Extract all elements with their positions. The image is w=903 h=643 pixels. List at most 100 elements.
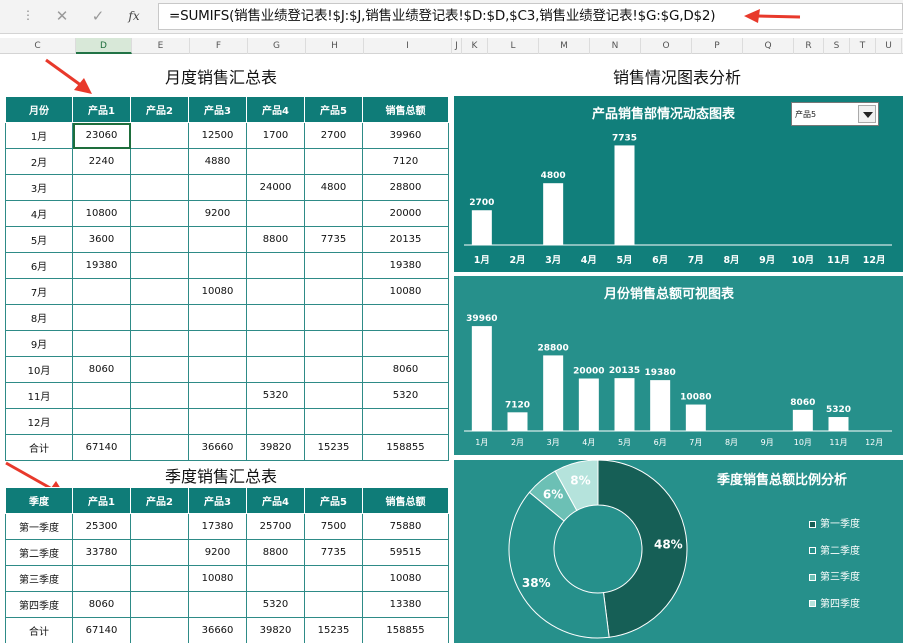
table-cell[interactable]: 第四季度 xyxy=(5,591,73,618)
table-cell[interactable] xyxy=(304,408,363,435)
table-cell[interactable]: 8060 xyxy=(72,356,131,383)
table-cell[interactable] xyxy=(304,278,363,305)
table-cell[interactable]: 5320 xyxy=(362,382,449,409)
column-header-k[interactable]: K xyxy=(462,38,488,54)
table-cell[interactable]: 9200 xyxy=(188,200,247,227)
table-cell[interactable] xyxy=(130,304,189,331)
table-header-cell[interactable]: 销售总额 xyxy=(362,96,449,123)
table-cell[interactable] xyxy=(130,591,189,618)
table-cell[interactable] xyxy=(304,382,363,409)
table-cell[interactable]: 8800 xyxy=(246,226,305,253)
table-cell[interactable]: 8800 xyxy=(246,539,305,566)
column-header-l[interactable]: L xyxy=(488,38,539,54)
table-cell[interactable]: 12500 xyxy=(188,122,247,149)
column-header-o[interactable]: O xyxy=(641,38,692,54)
table-cell[interactable]: 4880 xyxy=(188,148,247,175)
table-header-cell[interactable]: 产品1 xyxy=(72,487,131,514)
table-cell[interactable]: 7735 xyxy=(304,226,363,253)
table-cell[interactable] xyxy=(246,408,305,435)
table-cell[interactable]: 8060 xyxy=(72,591,131,618)
column-header-g[interactable]: G xyxy=(248,38,306,54)
table-cell[interactable]: 1700 xyxy=(246,122,305,149)
column-header-e[interactable]: E xyxy=(132,38,190,54)
table-cell[interactable] xyxy=(130,408,189,435)
table-cell[interactable] xyxy=(304,356,363,383)
table-cell[interactable] xyxy=(130,174,189,201)
column-header-d[interactable]: D xyxy=(76,38,132,54)
table-cell[interactable]: 7月 xyxy=(5,278,73,305)
table-cell[interactable]: 15235 xyxy=(304,617,363,643)
table-cell[interactable] xyxy=(130,513,189,540)
table-cell[interactable] xyxy=(304,330,363,357)
table-cell[interactable] xyxy=(72,408,131,435)
table-cell[interactable]: 67140 xyxy=(72,617,131,643)
table-cell[interactable]: 2月 xyxy=(5,148,73,175)
table-cell[interactable] xyxy=(304,591,363,618)
table-cell[interactable]: 4800 xyxy=(304,174,363,201)
table-cell[interactable]: 15235 xyxy=(304,434,363,461)
table-cell[interactable]: 28800 xyxy=(362,174,449,201)
table-cell[interactable] xyxy=(130,565,189,592)
table-cell[interactable] xyxy=(304,200,363,227)
table-cell[interactable]: 39820 xyxy=(246,617,305,643)
table-cell[interactable]: 33780 xyxy=(72,539,131,566)
table-cell[interactable]: 5月 xyxy=(5,226,73,253)
table-header-cell[interactable]: 产品5 xyxy=(304,96,363,123)
table-header-cell[interactable]: 销售总额 xyxy=(362,487,449,514)
column-header-s[interactable]: S xyxy=(824,38,850,54)
table-cell[interactable] xyxy=(188,226,247,253)
table-cell[interactable] xyxy=(72,174,131,201)
column-header-p[interactable]: P xyxy=(692,38,743,54)
table-cell[interactable]: 19380 xyxy=(72,252,131,279)
table-cell[interactable]: 第三季度 xyxy=(5,565,73,592)
table-cell[interactable]: 39820 xyxy=(246,434,305,461)
table-header-cell[interactable]: 产品2 xyxy=(130,487,189,514)
table-cell[interactable]: 合计 xyxy=(5,434,73,461)
table-cell[interactable]: 5320 xyxy=(246,591,305,618)
table-header-cell[interactable]: 产品1 xyxy=(72,96,131,123)
column-header-t[interactable]: T xyxy=(850,38,876,54)
table-cell[interactable] xyxy=(130,330,189,357)
table-header-cell[interactable]: 产品4 xyxy=(246,487,305,514)
column-header-q[interactable]: Q xyxy=(743,38,794,54)
table-cell[interactable]: 25700 xyxy=(246,513,305,540)
table-cell[interactable]: 6月 xyxy=(5,252,73,279)
table-cell[interactable]: 4月 xyxy=(5,200,73,227)
table-cell[interactable]: 23060 xyxy=(72,122,131,149)
table-cell[interactable] xyxy=(72,330,131,357)
table-cell[interactable] xyxy=(304,304,363,331)
table-cell[interactable] xyxy=(246,148,305,175)
column-header-m[interactable]: M xyxy=(539,38,590,54)
column-header-n[interactable]: N xyxy=(590,38,641,54)
table-cell[interactable] xyxy=(188,330,247,357)
table-cell[interactable]: 75880 xyxy=(362,513,449,540)
table-cell[interactable] xyxy=(304,565,363,592)
table-cell[interactable]: 2700 xyxy=(304,122,363,149)
table-header-cell[interactable]: 产品2 xyxy=(130,96,189,123)
table-cell[interactable]: 1月 xyxy=(5,122,73,149)
table-cell[interactable]: 7500 xyxy=(304,513,363,540)
table-header-cell[interactable]: 季度 xyxy=(5,487,73,514)
table-cell[interactable] xyxy=(130,617,189,643)
table-cell[interactable] xyxy=(72,278,131,305)
table-cell[interactable] xyxy=(246,200,305,227)
table-cell[interactable]: 10080 xyxy=(188,565,247,592)
table-cell[interactable]: 9月 xyxy=(5,330,73,357)
table-cell[interactable]: 12月 xyxy=(5,408,73,435)
table-header-cell[interactable]: 产品3 xyxy=(188,96,247,123)
column-header-u[interactable]: U xyxy=(876,38,902,54)
table-cell[interactable] xyxy=(130,539,189,566)
table-cell[interactable] xyxy=(246,356,305,383)
table-cell[interactable]: 20000 xyxy=(362,200,449,227)
table-cell[interactable]: 10080 xyxy=(362,565,449,592)
cancel-icon[interactable]: ✕ xyxy=(50,6,74,26)
table-cell[interactable]: 25300 xyxy=(72,513,131,540)
table-cell[interactable]: 3600 xyxy=(72,226,131,253)
table-cell[interactable]: 7735 xyxy=(304,539,363,566)
table-cell[interactable] xyxy=(362,330,449,357)
table-cell[interactable]: 13380 xyxy=(362,591,449,618)
table-cell[interactable] xyxy=(246,252,305,279)
table-cell[interactable] xyxy=(304,148,363,175)
table-cell[interactable] xyxy=(304,252,363,279)
table-cell[interactable] xyxy=(246,330,305,357)
